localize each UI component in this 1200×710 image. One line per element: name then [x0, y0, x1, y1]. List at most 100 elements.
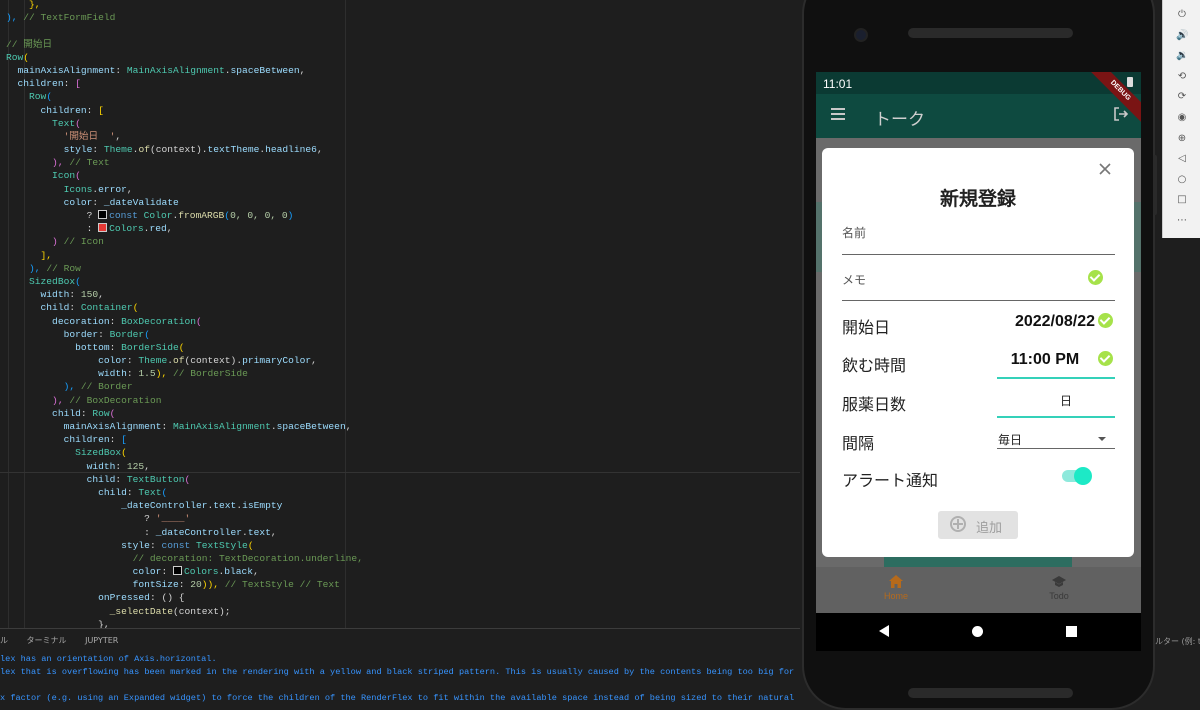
menu-icon[interactable] — [831, 108, 845, 120]
code-line[interactable]: child: Container( — [6, 301, 363, 314]
rotate-left-icon[interactable]: ⟲ — [1176, 71, 1188, 83]
memo-field[interactable]: メモ — [842, 271, 866, 288]
code-token: : — [109, 341, 122, 353]
color-swatch-icon[interactable] — [98, 210, 108, 219]
tab-output[interactable]: ル — [0, 633, 16, 648]
code-line[interactable]: // 開始日 — [6, 38, 363, 51]
home-key-icon[interactable] — [972, 626, 983, 637]
recent-apps-key-icon[interactable] — [1066, 626, 1077, 637]
camera-icon[interactable]: ◉ — [1176, 112, 1188, 124]
code-line[interactable]: ? const Color.fromARGB(0, 0, 0, 0) — [6, 209, 363, 222]
code-line[interactable]: '開始日 ', — [6, 130, 363, 143]
alert-label: アラート通知 — [842, 473, 939, 490]
chevron-down-icon[interactable] — [1098, 437, 1106, 441]
code-line[interactable]: width: 150, — [6, 288, 363, 301]
code-editor[interactable]: },), // TextFormField// 開始日 Row( mainAxis… — [0, 0, 800, 628]
filter-hint[interactable]: ルター (例: tex — [1155, 636, 1200, 647]
code-line[interactable]: children: [ — [6, 433, 363, 446]
back-icon[interactable]: ◁ — [1176, 153, 1188, 165]
code-line[interactable]: // decoration: TextDecoration.underline, — [6, 552, 363, 565]
volume-up-icon[interactable]: 🔊 — [1176, 30, 1188, 42]
color-swatch-icon[interactable] — [98, 223, 108, 233]
code-line[interactable]: onPressed: () { — [6, 591, 363, 604]
code-line[interactable]: border: Border( — [6, 328, 363, 341]
code-line[interactable]: style: const TextStyle( — [6, 539, 363, 552]
code-line[interactable]: SizedBox( — [6, 275, 363, 288]
add-button[interactable]: 追加 — [938, 511, 1018, 539]
code-line[interactable]: }, — [6, 0, 363, 11]
code-line[interactable]: mainAxisAlignment: MainAxisAlignment.spa… — [6, 420, 363, 433]
home-icon[interactable]: ○ — [1176, 174, 1188, 186]
code-line[interactable]: child: TextButton( — [6, 473, 363, 486]
bottom-panel[interactable]: ル ターミナル JUPYTER lex has an orientation o… — [0, 628, 800, 706]
code-line[interactable]: child: Row( — [6, 407, 363, 420]
close-icon[interactable] — [1096, 160, 1114, 178]
rotate-right-icon[interactable]: ⟳ — [1176, 91, 1188, 103]
start-date-button[interactable]: 2022/08/22 — [1000, 313, 1110, 331]
code-token: child — [6, 473, 116, 485]
code-line[interactable]: Row( — [6, 51, 363, 64]
code-line[interactable]: width: 1.5), // BorderSide — [6, 367, 363, 380]
tab-terminal[interactable]: ターミナル — [19, 633, 75, 648]
code-line[interactable]: width: 125, — [6, 460, 363, 473]
code-line[interactable]: _dateController.text.isEmpty — [6, 499, 363, 512]
code-line[interactable]: : Colors.red, — [6, 222, 363, 235]
code-line[interactable]: ? '____' — [6, 512, 363, 525]
emulator-toolbar: ⏻ 🔊 🔉 ⟲ ⟳ ◉ ⊕ ◁ ○ □ ⋯ — [1162, 0, 1200, 238]
nav-item-home[interactable]: Home — [856, 575, 936, 601]
color-swatch-icon[interactable] — [172, 566, 182, 576]
code-token: color — [6, 355, 127, 367]
code-line[interactable]: _selectDate(context); — [6, 605, 363, 618]
code-line[interactable]: color: _dateValidate — [6, 196, 363, 209]
code-token: ( — [184, 473, 191, 485]
code-line[interactable]: decoration: BoxDecoration( — [6, 315, 363, 328]
code-line[interactable]: fontSize: 20)), // TextStyle // Text — [6, 578, 363, 591]
battery-icon — [1127, 77, 1133, 87]
code-token: ( — [178, 341, 185, 353]
interval-select[interactable]: 毎日 — [998, 431, 1022, 448]
code-token: // Text — [69, 157, 110, 169]
code-line[interactable]: Icon( — [6, 169, 363, 182]
code-token: SizedBox — [6, 275, 76, 287]
code-line[interactable]: ), // BoxDecoration — [6, 394, 363, 407]
code-line[interactable]: child: Text( — [6, 486, 363, 499]
code-line[interactable]: : _dateController.text, — [6, 526, 363, 539]
name-field[interactable]: 名前 — [842, 224, 866, 241]
overview-icon[interactable]: □ — [1176, 194, 1188, 206]
code-line[interactable]: ), // Row — [6, 262, 363, 275]
tab-jupyter[interactable]: JUPYTER — [77, 634, 126, 647]
code-line[interactable]: ), // TextFormField — [6, 11, 363, 24]
code-token: ( — [109, 407, 116, 419]
more-icon[interactable]: ⋯ — [1176, 215, 1188, 227]
code-line[interactable]: ), // Border — [6, 380, 363, 393]
days-input[interactable]: 日 — [1060, 392, 1072, 409]
code-line[interactable]: Icons.error, — [6, 183, 363, 196]
code-line[interactable]: ), // Text — [6, 156, 363, 169]
power-icon[interactable]: ⏻ — [1176, 9, 1188, 21]
code-line[interactable]: bottom: BorderSide( — [6, 341, 363, 354]
code-line[interactable]: style: Theme.of(context).textTheme.headl… — [6, 143, 363, 156]
code-line[interactable]: children: [ — [6, 104, 363, 117]
code-line[interactable] — [6, 24, 363, 37]
code-line[interactable]: color: Theme.of(context).primaryColor, — [6, 354, 363, 367]
code-line[interactable]: SizedBox( — [6, 446, 363, 459]
code-token: ( — [23, 51, 30, 63]
code-line[interactable]: Text( — [6, 117, 363, 130]
code-token: child — [6, 302, 70, 314]
nav-item-todo[interactable]: Todo — [1019, 575, 1099, 601]
volume-down-icon[interactable]: 🔉 — [1176, 50, 1188, 62]
code-line[interactable]: color: Colors.black, — [6, 565, 363, 578]
alert-toggle-knob[interactable] — [1074, 467, 1092, 485]
code-lines[interactable]: },), // TextFormField// 開始日 Row( mainAxis… — [6, 0, 363, 628]
code-line[interactable]: }, — [6, 618, 363, 628]
code-line[interactable]: Row( — [6, 90, 363, 103]
back-key-icon[interactable] — [879, 625, 889, 637]
zoom-icon[interactable]: ⊕ — [1176, 133, 1188, 145]
code-line[interactable]: mainAxisAlignment: MainAxisAlignment.spa… — [6, 64, 363, 77]
code-line[interactable]: children: [ — [6, 77, 363, 90]
code-line[interactable]: ) // Icon — [6, 235, 363, 248]
code-line[interactable]: ], — [6, 249, 363, 262]
code-token: , — [166, 223, 173, 235]
time-button[interactable]: 11:00 PM — [1000, 351, 1090, 369]
